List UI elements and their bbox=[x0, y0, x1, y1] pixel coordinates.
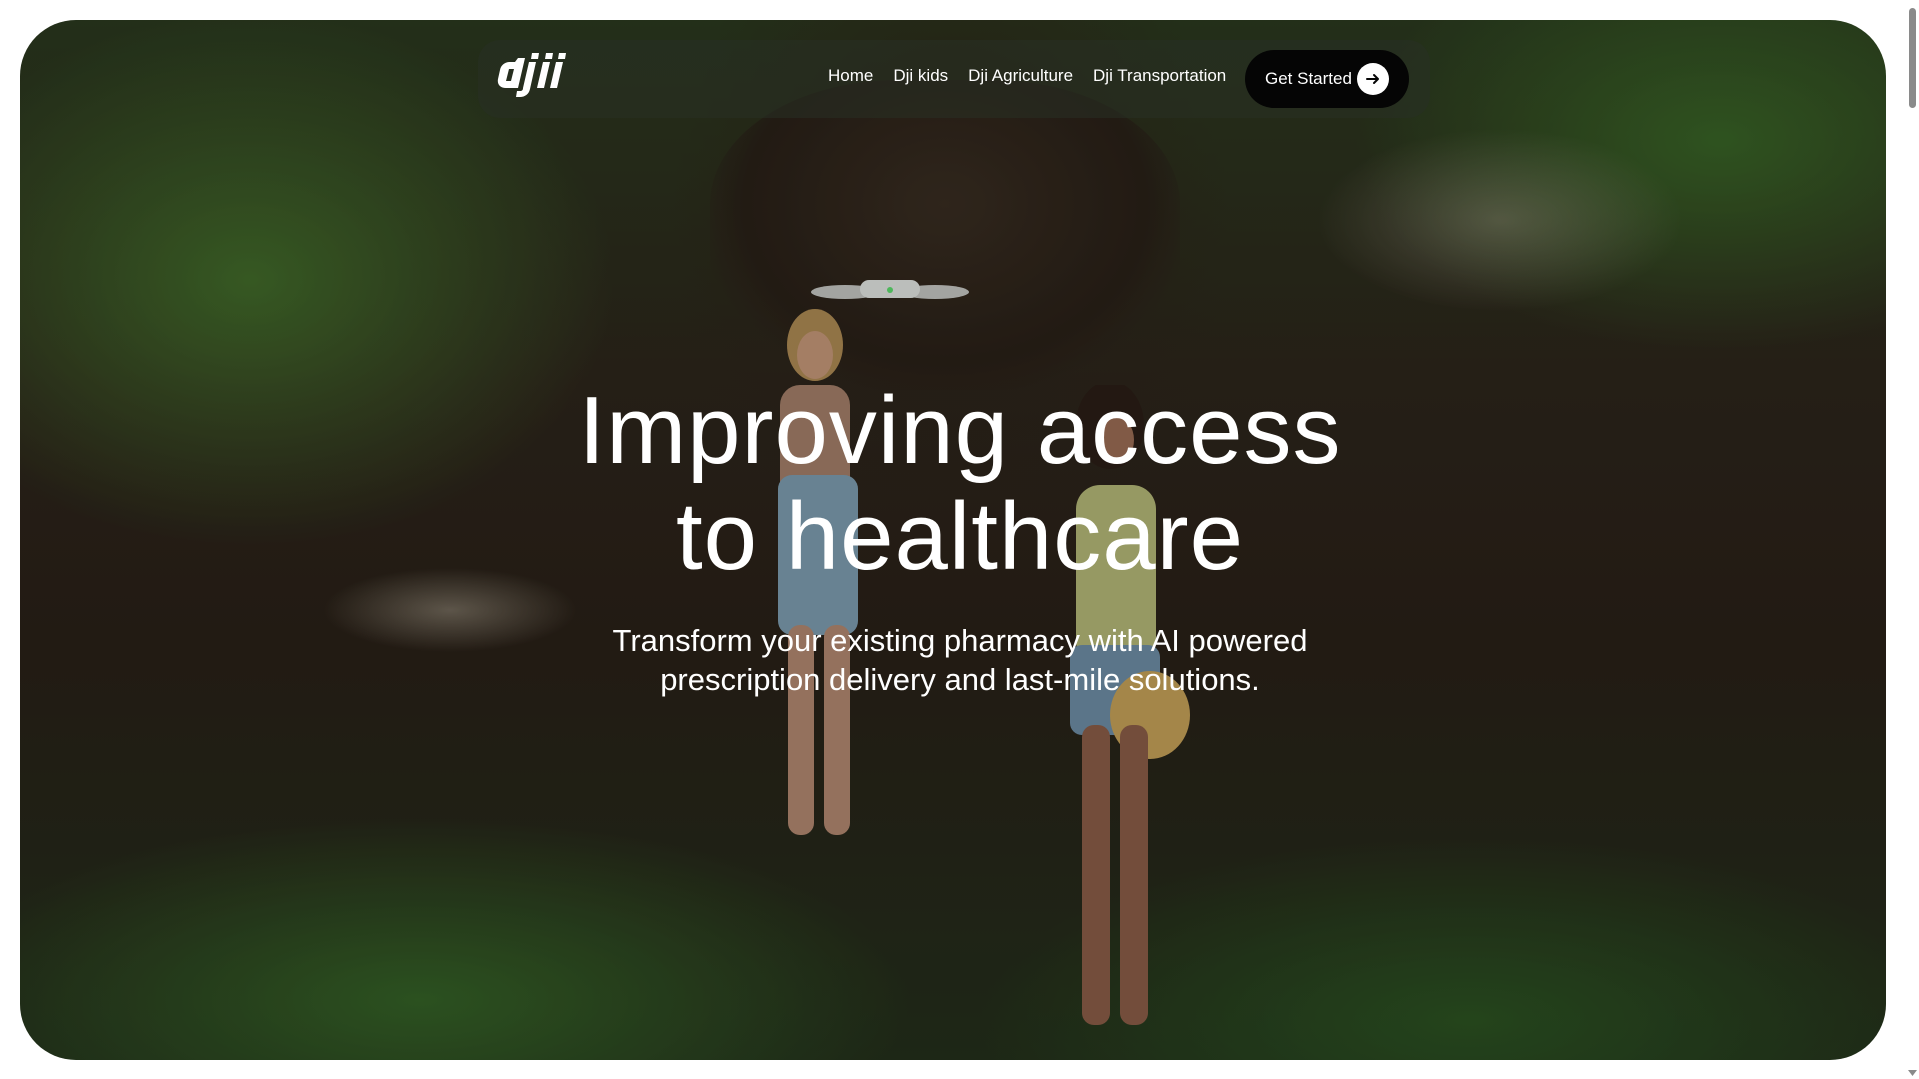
hero-subheading-line2: prescription delivery and last-mile solu… bbox=[660, 662, 1260, 697]
nav-link-home[interactable]: Home bbox=[828, 66, 873, 86]
hero-subheading: Transform your existing pharmacy with AI… bbox=[560, 621, 1360, 699]
scroll-down-arrow-icon[interactable] bbox=[1906, 1066, 1919, 1079]
page-scrollbar[interactable] bbox=[1906, 0, 1919, 1079]
hero-headline-line2: to healthcare bbox=[675, 483, 1245, 590]
nav-links: Home Dji kids Dji Agriculture Dji Transp… bbox=[828, 66, 1226, 86]
nav-link-dji-kids[interactable]: Dji kids bbox=[893, 66, 948, 86]
dji-logo[interactable] bbox=[496, 52, 568, 98]
hero-subheading-line1: Transform your existing pharmacy with AI… bbox=[612, 623, 1308, 658]
hero-headline: Improving access to healthcare bbox=[460, 378, 1460, 590]
get-started-button[interactable]: Get Started bbox=[1245, 50, 1409, 108]
arrow-right-icon bbox=[1357, 63, 1389, 95]
nav-link-dji-transportation[interactable]: Dji Transportation bbox=[1093, 66, 1226, 86]
page: Home Dji kids Dji Agriculture Dji Transp… bbox=[0, 0, 1919, 1079]
nav-link-dji-agriculture[interactable]: Dji Agriculture bbox=[968, 66, 1073, 86]
scrollbar-thumb[interactable] bbox=[1909, 8, 1916, 108]
hero-headline-line1: Improving access bbox=[578, 377, 1342, 484]
get-started-label: Get Started bbox=[1265, 69, 1352, 88]
